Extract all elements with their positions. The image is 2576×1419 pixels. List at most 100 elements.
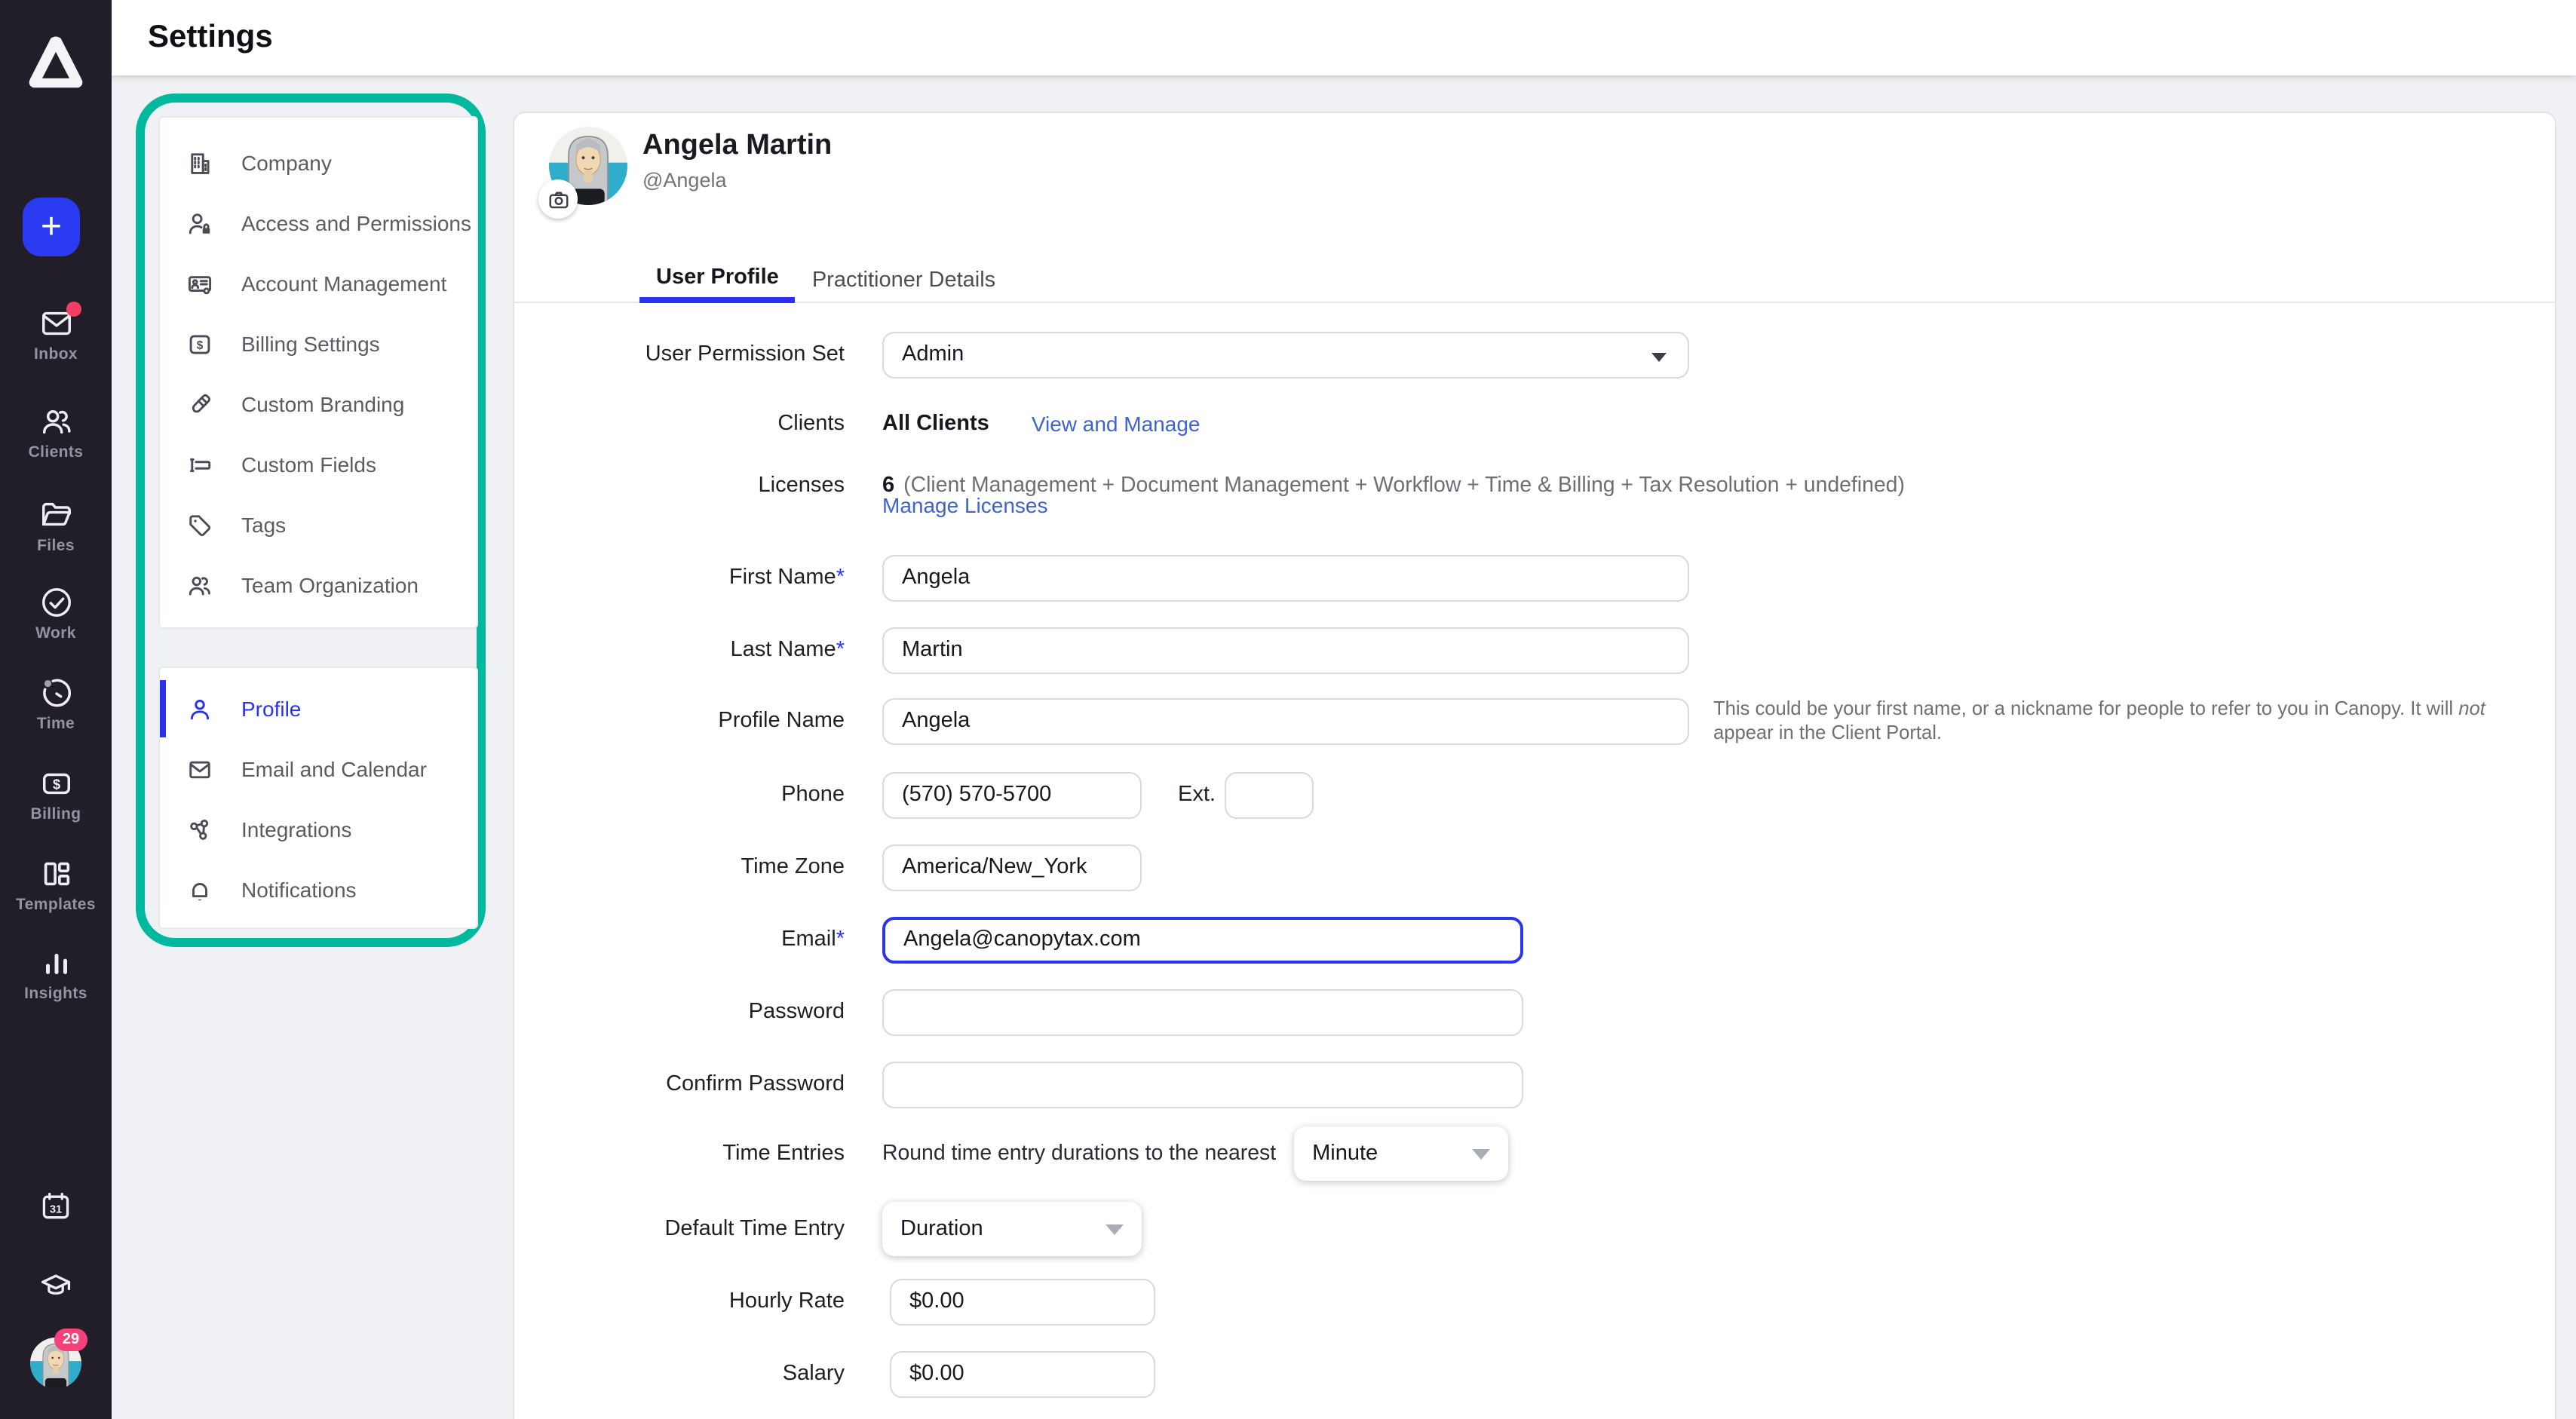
sidebar-item-time[interactable]: Time [0,676,112,733]
profile-name-input[interactable] [882,697,1689,744]
manage-licenses-link[interactable]: Manage Licenses [882,493,1048,517]
clients-label: Clients [514,412,845,436]
settings-nav-item-email-and-calendar[interactable]: Email and Calendar [160,739,477,799]
clients-value: All Clients [882,412,989,436]
billing-dollar-card-icon: $ [187,331,213,357]
envelope-icon [187,756,213,782]
last-name-input[interactable] [882,627,1689,673]
sidebar-item-work[interactable]: Work [0,585,112,642]
licenses-detail: (Client Management + Document Management… [903,474,1905,498]
confirm-password-input[interactable] [882,1061,1523,1108]
svg-text:31: 31 [50,1203,62,1215]
user-permission-set-label: User Permission Set [514,342,845,366]
settings-nav-item-custom-fields[interactable]: Custom Fields [160,434,477,495]
row-time-zone: Time Zone [514,837,2555,897]
phone-input[interactable] [882,771,1142,818]
sidebar-item-billing[interactable]: $ Billing [0,766,112,823]
view-and-manage-link[interactable]: View and Manage [1032,412,1201,436]
billing-dollar-icon: $ [38,766,73,801]
tab-user-profile[interactable]: User Profile [639,258,796,303]
row-password: Password [514,982,2555,1042]
rounding-select[interactable]: Minute [1294,1126,1508,1181]
svg-text:$: $ [52,777,60,792]
training-graduation-cap-icon[interactable] [39,1268,72,1301]
settings-nav-item-team-organization[interactable]: Team Organization [160,555,477,615]
required-asterisk: * [836,927,845,952]
templates-layout-icon [38,857,73,891]
notification-count-badge: 29 [54,1329,87,1351]
canopy-logo-icon [27,36,84,90]
calendar-icon[interactable]: 31 [39,1190,72,1223]
chevron-down-icon [1651,352,1667,361]
ext-input[interactable] [1225,771,1314,818]
tag-icon [187,512,213,538]
password-label: Password [514,1000,845,1024]
profile-person-icon [187,696,213,722]
salary-label: Salary [514,1362,845,1386]
default-time-entry-select[interactable]: Duration [882,1202,1142,1256]
work-check-circle-icon [38,585,73,620]
row-clients: Clients All Clients View and Manage [514,394,2555,454]
first-name-input[interactable] [882,554,1689,601]
row-time-entries: Time Entries Round time entry durations … [514,1123,2555,1184]
clients-people-icon [38,404,73,439]
sidebar-item-insights[interactable]: Insights [0,945,112,1003]
row-first-name: First Name* [514,547,2555,608]
settings-nav-item-account-management[interactable]: Account Management [160,253,477,314]
first-name-label: First Name* [514,565,845,590]
row-default-time-entry: Default Time Entry Duration [514,1199,2555,1259]
camera-icon [547,188,569,210]
time-zone-input[interactable] [882,844,1142,890]
password-input[interactable] [882,988,1523,1035]
settings-nav-item-company[interactable]: Company [160,133,477,193]
text-field-icon [187,452,213,477]
time-clock-icon [38,676,73,710]
row-phone: Phone Ext. [514,765,2555,825]
settings-nav-item-profile[interactable]: Profile [160,679,477,739]
bell-icon [187,877,213,903]
change-photo-button[interactable] [538,179,578,219]
paintbrush-icon [187,391,213,417]
last-name-label: Last Name* [514,638,845,662]
settings-nav-item-notifications[interactable]: Notifications [160,860,477,920]
top-header: Settings [112,0,2576,75]
hourly-rate-input[interactable] [890,1278,1155,1325]
profile-name-label: Profile Name [514,709,845,733]
licenses-label: Licenses [514,474,845,498]
files-folder-icon [38,498,73,532]
sidebar-item-clients[interactable]: Clients [0,404,112,461]
confirm-password-label: Confirm Password [514,1072,845,1096]
profile-content-card: Angela Martin @Angela User Profile Pract… [513,112,2556,1419]
profile-name-helper-text: This could be your first name, or a nick… [1713,697,2510,743]
email-input[interactable] [882,916,1523,963]
integrations-nodes-icon [187,817,213,842]
required-asterisk: * [836,638,845,662]
settings-nav-section-personal: Profile Email and Calendar Integrations [158,667,478,929]
required-asterisk: * [836,565,845,590]
user-permission-set-select[interactable]: Admin [882,331,1689,378]
person-lock-icon [187,210,213,236]
profile-name: Angela Martin [642,130,832,163]
tab-practitioner-details[interactable]: Practitioner Details [796,258,1012,303]
settings-nav-item-integrations[interactable]: Integrations [160,799,477,860]
create-new-button[interactable]: + [23,198,80,256]
time-entries-label: Time Entries [514,1142,845,1166]
company-building-icon [187,150,213,176]
settings-nav-item-billing-settings[interactable]: $ Billing Settings [160,314,477,374]
time-entries-description: Round time entry durations to the neares… [882,1142,1276,1166]
settings-nav-item-access-and-permissions[interactable]: Access and Permissions [160,193,477,253]
salary-input[interactable] [890,1350,1155,1397]
time-zone-label: Time Zone [514,855,845,879]
sidebar-item-templates[interactable]: Templates [0,857,112,914]
sidebar-item-files[interactable]: Files [0,498,112,555]
ext-label: Ext. [1178,783,1216,807]
row-hourly-rate: Hourly Rate [514,1271,2555,1332]
sidebar-item-inbox[interactable]: Inbox [0,306,112,363]
row-user-permission-set: User Permission Set Admin [514,324,2555,385]
default-time-entry-label: Default Time Entry [514,1217,845,1241]
hourly-rate-label: Hourly Rate [514,1289,845,1313]
settings-nav-item-custom-branding[interactable]: Custom Branding [160,374,477,434]
settings-nav-item-tags[interactable]: Tags [160,495,477,555]
email-label: Email* [514,927,845,952]
row-last-name: Last Name* [514,620,2555,680]
